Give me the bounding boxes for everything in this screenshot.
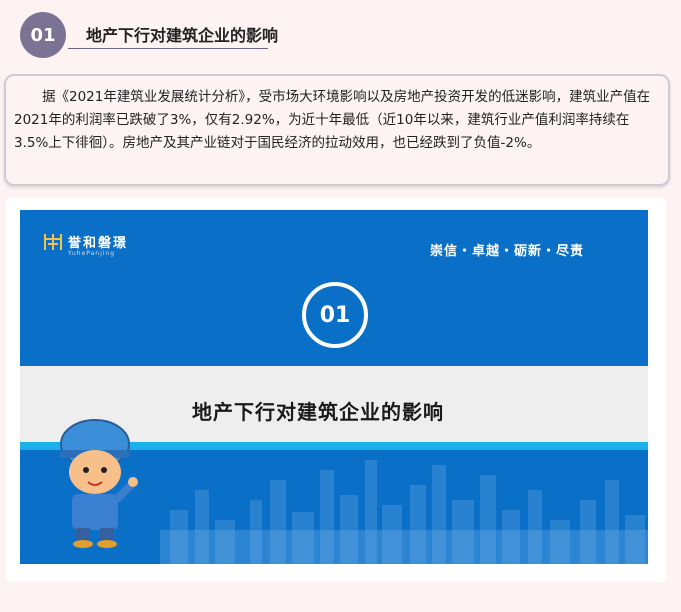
banner-title: 地产下行对建筑企业的影响 <box>192 400 444 424</box>
title-underline <box>68 48 268 49</box>
cover-banner: 誉和磐璟 YuhePanjing 崇信・卓越・砺新・尽责 01 地产下行对建筑企… <box>20 210 648 564</box>
company-slogan: 崇信・卓越・砺新・尽责 <box>429 244 584 259</box>
logo-name: 誉和磐璟 <box>68 235 129 251</box>
intro-paragraph-box: 据《2021年建筑业发展统计分析》，受市场大环境影响以及房地产投资开发的低迷影响… <box>4 74 670 186</box>
section-title: 地产下行对建筑企业的影响 <box>86 26 279 45</box>
intro-paragraph: 据《2021年建筑业发展统计分析》，受市场大环境影响以及房地产投资开发的低迷影响… <box>14 89 651 151</box>
section-number-badge: 01 <box>20 12 66 58</box>
logo-icon <box>44 234 62 250</box>
mascot-illustration <box>60 419 138 548</box>
section-header: 01 地产下行对建筑企业的影响 <box>0 0 681 68</box>
company-logo: 誉和磐璟 <box>42 230 128 252</box>
banner-number-circle: 01 <box>302 282 368 348</box>
logo-subtitle: YuhePanjing <box>68 250 116 257</box>
